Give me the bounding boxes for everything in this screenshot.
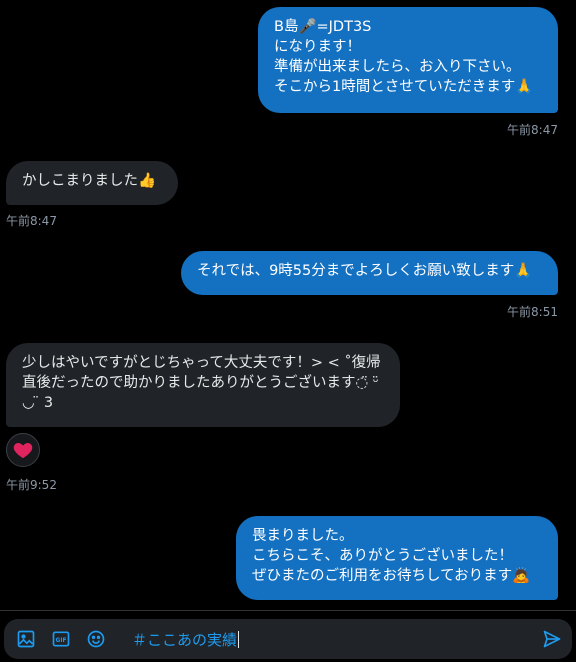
message-outgoing[interactable]: 畏まりました。 こちらこそ、ありがとうございました！ ぜひまたのご利用をお待ちし… <box>236 516 558 600</box>
divider <box>0 610 576 611</box>
message-timestamp: 午前8:47 <box>507 123 558 137</box>
gif-icon[interactable]: GIF <box>51 629 71 649</box>
reaction-badge[interactable] <box>6 433 40 467</box>
send-icon[interactable] <box>542 629 562 649</box>
message-timestamp: 午前9:52 <box>6 478 57 492</box>
message-outgoing[interactable]: B島🎤=JDT3S になります！ 準備が出来ましたら、お入り下さい。 そこから1… <box>258 7 558 113</box>
message-list: B島🎤=JDT3S になります！ 準備が出来ましたら、お入り下さい。 そこから1… <box>0 0 576 610</box>
message-outgoing[interactable]: それでは、9時55分までよろしくお願い致します🙏 <box>181 251 558 295</box>
message-timestamp: 午前8:51 <box>507 305 558 319</box>
svg-text:GIF: GIF <box>56 638 67 644</box>
message-timestamp: 午前8:47 <box>6 214 57 228</box>
message-composer: GIF ＃ここあの実績 <box>4 619 572 659</box>
heart-icon <box>13 443 33 459</box>
message-incoming[interactable]: かしこまりました👍 <box>6 161 178 205</box>
message-input[interactable]: ＃ここあの実績 <box>132 629 240 650</box>
text-caret <box>238 631 240 648</box>
emoji-icon[interactable] <box>86 629 106 649</box>
message-input-text: ＃ここあの実績 <box>132 631 238 649</box>
image-icon[interactable] <box>16 629 36 649</box>
message-incoming[interactable]: 少しはやいですがとじちゃって大丈夫です！> < ˚復帰直後だったので助かりました… <box>6 343 400 427</box>
